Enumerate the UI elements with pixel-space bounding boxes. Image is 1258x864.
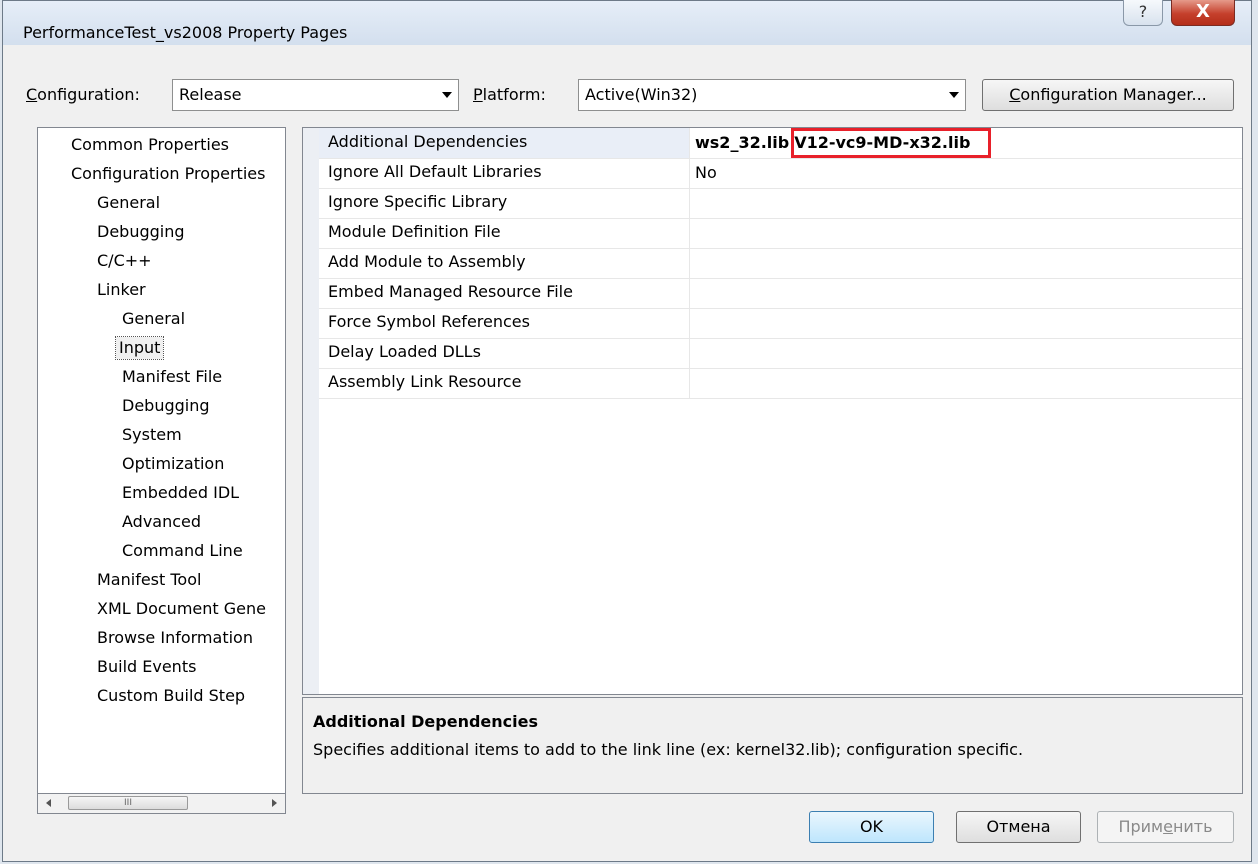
tree-item-linker-input[interactable]: Input xyxy=(114,336,165,360)
grid-row-value[interactable]: ws2_32.lib V12-vc9-MD-x32.lib xyxy=(689,128,1242,158)
platform-combobox[interactable]: Active(Win32) xyxy=(578,79,966,111)
tree-item-general[interactable]: General xyxy=(97,192,160,214)
title-bar: PerformanceTest_vs2008 Property Pages ? … xyxy=(3,0,1251,45)
cancel-button[interactable]: Отмена xyxy=(956,811,1081,843)
grid-row[interactable]: Embed Managed Resource File xyxy=(319,278,1242,309)
chevron-down-icon xyxy=(949,92,959,98)
apply-label-start: Прим xyxy=(1118,817,1164,836)
description-text: Specifies additional items to add to the… xyxy=(313,740,1024,759)
dialog-window: PerformanceTest_vs2008 Property Pages ? … xyxy=(2,0,1252,862)
tree-item-build-events[interactable]: Build Events xyxy=(97,656,196,678)
chevron-down-icon xyxy=(442,92,452,98)
ok-button[interactable]: OK xyxy=(809,811,934,843)
configuration-label-rest: onfiguration: xyxy=(37,85,140,104)
grid-row-value[interactable] xyxy=(689,338,1242,368)
tree-item-linker[interactable]: Linker xyxy=(97,279,146,301)
platform-label: Platform: xyxy=(473,85,546,104)
tree-item-browse-information[interactable]: Browse Information xyxy=(97,627,253,649)
scroll-left-icon[interactable] xyxy=(46,799,51,807)
tree-horizontal-scrollbar[interactable]: III xyxy=(37,794,286,814)
grid-row-name: Delay Loaded DLLs xyxy=(328,342,481,361)
grid-row[interactable]: Delay Loaded DLLs xyxy=(319,338,1242,369)
apply-label-end: нить xyxy=(1172,817,1213,836)
tree-item-debugging[interactable]: Debugging xyxy=(97,221,185,243)
grid-row-name: Ignore Specific Library xyxy=(328,192,508,211)
grid-row-name: Module Definition File xyxy=(328,222,501,241)
grid-row[interactable]: Ignore Specific Library xyxy=(319,188,1242,219)
configuration-manager-button[interactable]: Configuration Manager... xyxy=(982,79,1234,111)
dialog-client: Configuration: Release Platform: Active(… xyxy=(12,45,1243,852)
tree-item-common-properties[interactable]: Common Properties xyxy=(71,134,229,156)
tree-item-custom-build-step[interactable]: Custom Build Step xyxy=(97,685,245,707)
grid-row[interactable]: Additional Dependencies ws2_32.lib V12-vc… xyxy=(319,128,1242,159)
tree-item-linker-optimization[interactable]: Optimization xyxy=(122,453,224,475)
grid-row-value[interactable] xyxy=(689,218,1242,248)
window-title: PerformanceTest_vs2008 Property Pages xyxy=(23,23,348,42)
property-grid: Additional Dependencies ws2_32.lib V12-vc… xyxy=(302,127,1243,695)
grid-row-value[interactable] xyxy=(689,278,1242,308)
grid-row-value[interactable] xyxy=(689,308,1242,338)
tree-item-linker-embedded-idl[interactable]: Embedded IDL xyxy=(122,482,239,504)
grid-row-name: Ignore All Default Libraries xyxy=(328,162,542,181)
configuration-label: Configuration: xyxy=(26,85,140,104)
tree-item-manifest-tool[interactable]: Manifest Tool xyxy=(97,569,201,591)
highlighted-value: V12-vc9-MD-x32.lib xyxy=(791,128,992,158)
grid-row-value[interactable] xyxy=(689,248,1242,278)
grid-row[interactable]: Add Module to Assembly xyxy=(319,248,1242,279)
tree-item-linker-debugging[interactable]: Debugging xyxy=(122,395,210,417)
config-manager-accel: C xyxy=(1009,85,1021,104)
platform-value: Active(Win32) xyxy=(585,85,698,104)
grid-row-name: Additional Dependencies xyxy=(328,132,528,151)
grid-row-value[interactable] xyxy=(689,188,1242,218)
tree-item-configuration-properties[interactable]: Configuration Properties xyxy=(71,163,265,185)
scroll-thumb[interactable]: III xyxy=(68,796,188,810)
tree-item-linker-advanced[interactable]: Advanced xyxy=(122,511,201,533)
platform-label-rest: latform: xyxy=(482,85,546,104)
tree-item-xml-document-generator[interactable]: XML Document Gene xyxy=(97,598,266,620)
grid-value-text: ws2_32.lib xyxy=(695,133,790,152)
grid-row[interactable]: Ignore All Default Libraries No xyxy=(319,158,1242,189)
tree-item-linker-system[interactable]: System xyxy=(122,424,182,446)
description-panel: Additional Dependencies Specifies additi… xyxy=(302,697,1243,794)
help-button[interactable]: ? xyxy=(1123,0,1163,26)
grid-row-name: Embed Managed Resource File xyxy=(328,282,573,301)
description-title: Additional Dependencies xyxy=(313,712,539,731)
grid-row-value[interactable]: No xyxy=(689,158,1242,188)
grid-row[interactable]: Assembly Link Resource xyxy=(319,368,1242,399)
grid-row-value[interactable] xyxy=(689,368,1242,398)
grid-row-name: Assembly Link Resource xyxy=(328,372,522,391)
tree-item-cpp[interactable]: C/C++ xyxy=(97,250,152,272)
grid-row-name: Add Module to Assembly xyxy=(328,252,526,271)
grid-row-name: Force Symbol References xyxy=(328,312,530,331)
scroll-right-icon[interactable] xyxy=(272,799,277,807)
grid-gutter xyxy=(303,128,319,694)
grid-row[interactable]: Force Symbol References xyxy=(319,308,1242,339)
apply-button[interactable]: Применить xyxy=(1097,811,1234,843)
tree-item-linker-command-line[interactable]: Command Line xyxy=(122,540,243,562)
configuration-combobox[interactable]: Release xyxy=(172,79,459,111)
config-manager-rest: onfiguration Manager... xyxy=(1020,85,1207,104)
configuration-value: Release xyxy=(179,85,242,104)
grid-row[interactable]: Module Definition File xyxy=(319,218,1242,249)
tree-item-linker-manifest-file[interactable]: Manifest File xyxy=(122,366,222,388)
tree-item-linker-general[interactable]: General xyxy=(122,308,185,330)
apply-label-accel: е xyxy=(1163,817,1173,836)
close-button[interactable]: X xyxy=(1171,0,1235,26)
property-tree: Common Properties Configuration Properti… xyxy=(37,127,286,794)
